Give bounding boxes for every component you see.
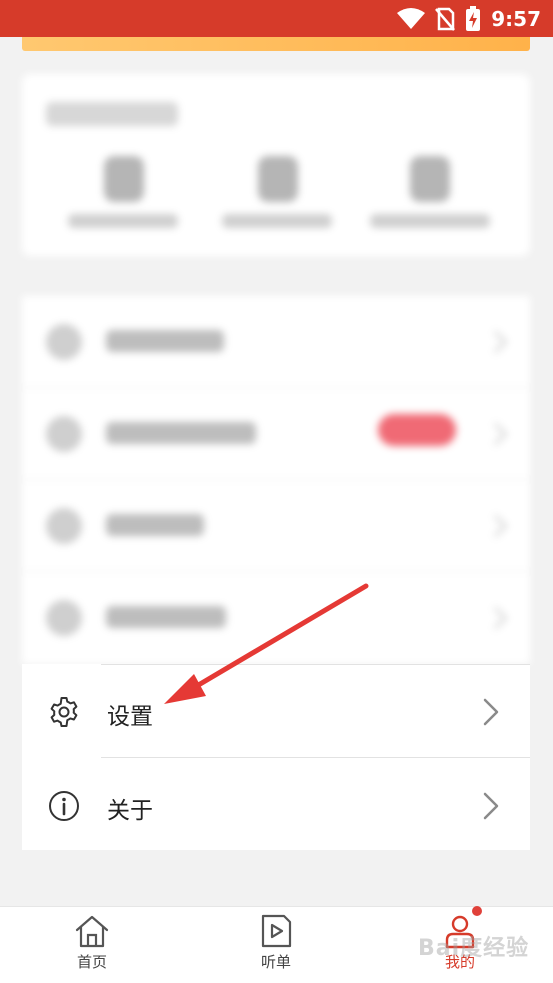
menu-item-settings[interactable]: 设置 (22, 664, 530, 757)
tab-home[interactable]: 首页 (0, 907, 184, 983)
settings-menu-card: 设置 关于 (22, 664, 530, 850)
tab-label: 听单 (260, 953, 291, 971)
blurred-row (22, 388, 530, 480)
notification-dot (472, 906, 482, 916)
blurred-badge (378, 414, 456, 446)
menu-item-label: 关于 (107, 798, 153, 824)
menu-item-about[interactable]: 关于 (22, 758, 530, 851)
info-icon (49, 791, 79, 821)
vip-banner-edge[interactable] (22, 37, 530, 51)
blurred-row (22, 572, 530, 664)
blurred-stat-label (370, 214, 490, 228)
blurred-text (106, 422, 256, 444)
blurred-text (106, 514, 204, 536)
no-sim-icon (435, 7, 456, 31)
blurred-stat (410, 156, 450, 202)
blurred-menu-list (22, 296, 530, 664)
blurred-stat (258, 156, 298, 202)
chevron-right-icon (483, 698, 499, 726)
blurred-row (22, 296, 530, 388)
status-bar: 9:57 (0, 0, 553, 37)
chevron-right-icon (483, 792, 499, 820)
gear-icon (50, 697, 78, 727)
blurred-chevron-icon (484, 422, 508, 446)
blurred-chevron-icon (484, 606, 508, 630)
tab-playlist[interactable]: 听单 (184, 907, 368, 983)
status-icons: 9:57 (397, 6, 541, 32)
blurred-icon (46, 416, 82, 452)
blurred-icon (46, 324, 82, 360)
wifi-icon (397, 8, 426, 29)
blurred-stat-label (222, 214, 332, 228)
menu-item-label: 设置 (107, 704, 153, 730)
tab-label: 首页 (76, 953, 107, 971)
blurred-text (106, 606, 226, 628)
blurred-chevron-icon (484, 514, 508, 538)
status-time: 9:57 (491, 7, 541, 31)
blurred-text (106, 330, 224, 352)
playlist-icon (261, 914, 292, 948)
battery-charging-icon (466, 6, 481, 31)
home-icon (75, 915, 109, 948)
blurred-icon (46, 600, 82, 636)
watermark: Bai度经验 (418, 936, 530, 961)
blurred-title (46, 102, 178, 126)
blurred-stats-card (22, 74, 530, 256)
blurred-row (22, 480, 530, 572)
blurred-icon (46, 508, 82, 544)
blurred-chevron-icon (484, 330, 508, 354)
blurred-stat (104, 156, 144, 202)
blurred-stat-label (68, 214, 178, 228)
